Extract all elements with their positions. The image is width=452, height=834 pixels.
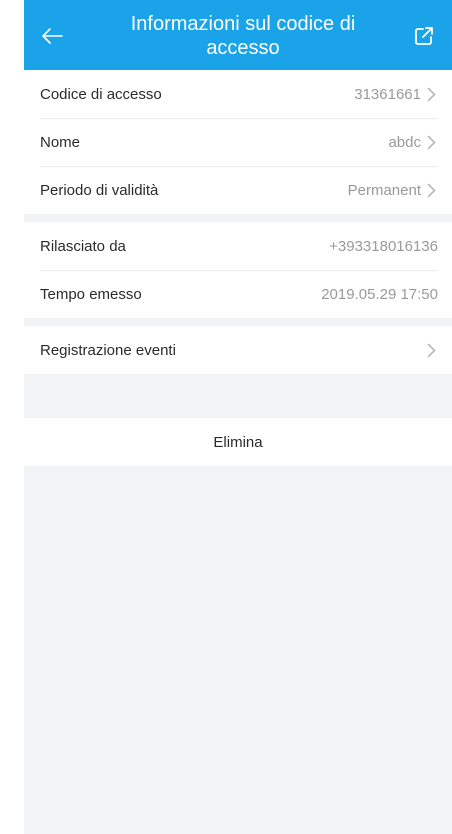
- chevron-right-icon: [424, 181, 438, 199]
- row-name[interactable]: Nome abdc: [24, 118, 452, 166]
- content: Codice di accesso 31361661 Nome abdc Per…: [24, 70, 452, 834]
- row-event-log[interactable]: Registrazione eventi: [24, 326, 452, 374]
- chevron-right-icon: [424, 133, 438, 151]
- row-validity-period[interactable]: Periodo di validità Permanent: [24, 166, 452, 214]
- access-code-value: 31361661: [354, 85, 421, 103]
- share-button[interactable]: [410, 24, 438, 52]
- header-bar: Informazioni sul codice di accesso: [24, 0, 452, 70]
- chevron-right-icon: [424, 85, 438, 103]
- issue-time-label: Tempo emesso: [40, 285, 142, 303]
- row-issued-by: Rilasciato da +393318016136: [24, 222, 452, 270]
- name-value: abdc: [388, 133, 421, 151]
- row-access-code[interactable]: Codice di accesso 31361661: [24, 70, 452, 118]
- section-divider: [24, 374, 452, 418]
- events-group: Registrazione eventi: [24, 326, 452, 374]
- event-log-label: Registrazione eventi: [40, 341, 176, 359]
- delete-button[interactable]: Elimina: [24, 418, 452, 466]
- validity-period-value: Permanent: [347, 181, 421, 199]
- issued-by-label: Rilasciato da: [40, 237, 126, 255]
- delete-label: Elimina: [213, 433, 263, 451]
- validity-period-label: Periodo di validità: [40, 181, 159, 199]
- name-label: Nome: [40, 133, 81, 151]
- issued-by-value: +393318016136: [329, 237, 438, 255]
- screen: Informazioni sul codice di accesso Codic…: [0, 0, 452, 834]
- issue-time-value: 2019.05.29 17:50: [321, 285, 438, 303]
- external-link-icon: [413, 25, 435, 52]
- chevron-right-icon: [424, 341, 438, 359]
- section-divider: [24, 318, 452, 326]
- back-button[interactable]: [34, 20, 70, 56]
- page-title: Informazioni sul codice di accesso: [130, 13, 356, 59]
- issue-info-group: Rilasciato da +393318016136 Tempo emesso…: [24, 222, 452, 318]
- details-group: Codice di accesso 31361661 Nome abdc Per…: [24, 70, 452, 214]
- access-code-label: Codice di accesso: [40, 85, 162, 103]
- section-divider: [24, 214, 452, 222]
- arrow-left-icon: [40, 27, 64, 50]
- row-issue-time: Tempo emesso 2019.05.29 17:50: [24, 270, 452, 318]
